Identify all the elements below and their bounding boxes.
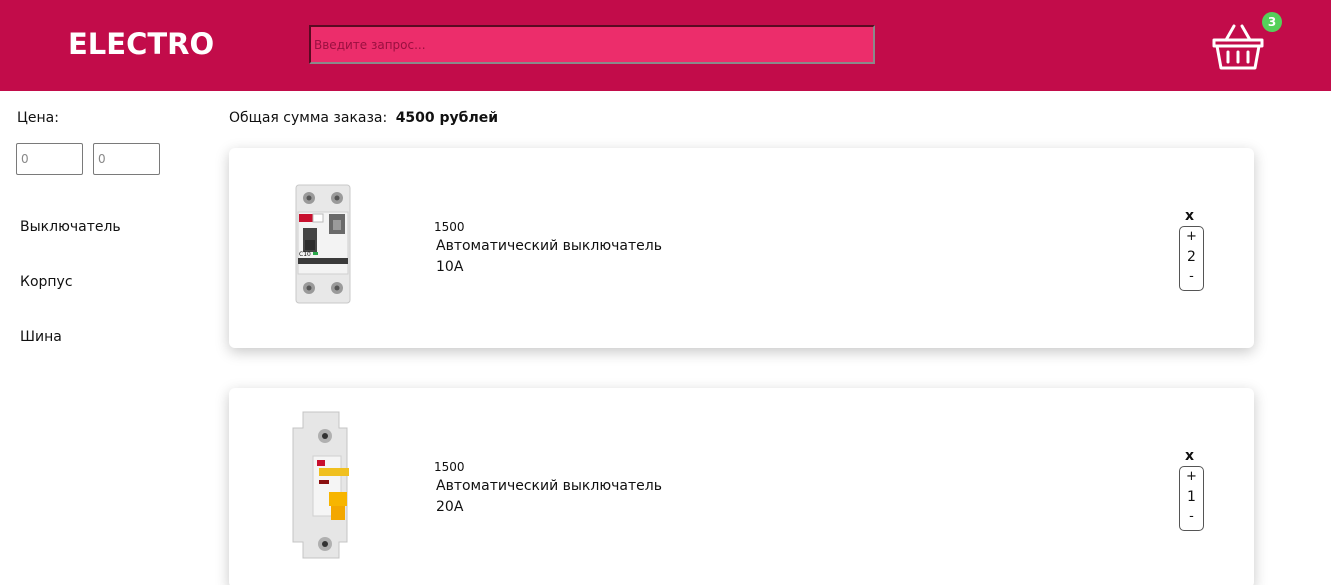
order-total: Общая сумма заказа: 4500 рублей — [229, 110, 498, 126]
item-name-line1: Автоматический выключатель — [436, 238, 662, 254]
search-input[interactable] — [309, 25, 875, 64]
increase-quantity-button[interactable]: + — [1180, 467, 1203, 487]
quantity-stepper: + 2 - — [1179, 226, 1204, 291]
order-total-label: Общая сумма заказа: — [229, 110, 388, 126]
quantity-stepper: + 1 - — [1179, 466, 1204, 531]
item-name: Автоматический выключатель 20А — [436, 476, 662, 518]
item-name-line1: Автоматический выключатель — [436, 478, 662, 494]
remove-item-button[interactable]: x — [1185, 208, 1194, 224]
item-name-line2: 10А — [436, 259, 464, 275]
quantity-value: 2 — [1187, 249, 1196, 265]
header: ELECTRO 3 — [0, 0, 1331, 91]
category-item-switch[interactable]: Выключатель — [20, 219, 121, 235]
order-total-value: 4500 рублей — [395, 110, 499, 126]
item-name: Автоматический выключатель 10А — [436, 236, 662, 278]
logo[interactable]: ELECTRO — [68, 27, 214, 61]
decrease-quantity-button[interactable]: - — [1180, 507, 1203, 527]
item-price: 1500 — [434, 220, 465, 234]
remove-item-button[interactable]: x — [1185, 448, 1194, 464]
circuit-breaker-rcbo-icon: C10 — [295, 184, 351, 304]
cart-item-card: C10 1500 Автоматический выключатель 10А … — [229, 148, 1254, 348]
decrease-quantity-button[interactable]: - — [1180, 267, 1203, 287]
category-item-busbar[interactable]: Шина — [20, 329, 62, 345]
quantity-value: 1 — [1187, 489, 1196, 505]
category-item-enclosure[interactable]: Корпус — [20, 274, 73, 290]
cart-count-badge: 3 — [1262, 12, 1282, 32]
price-max-input[interactable] — [93, 143, 160, 175]
item-name-line2: 20А — [436, 499, 464, 515]
cart-basket-icon[interactable] — [1210, 22, 1266, 72]
increase-quantity-button[interactable]: + — [1180, 227, 1203, 247]
price-filter-label: Цена: — [17, 110, 59, 126]
circuit-breaker-icon — [292, 411, 349, 559]
price-min-input[interactable] — [16, 143, 83, 175]
cart-item-card: 1500 Автоматический выключатель 20А x + … — [229, 388, 1254, 585]
svg-text:C10: C10 — [299, 251, 311, 258]
item-price: 1500 — [434, 460, 465, 474]
